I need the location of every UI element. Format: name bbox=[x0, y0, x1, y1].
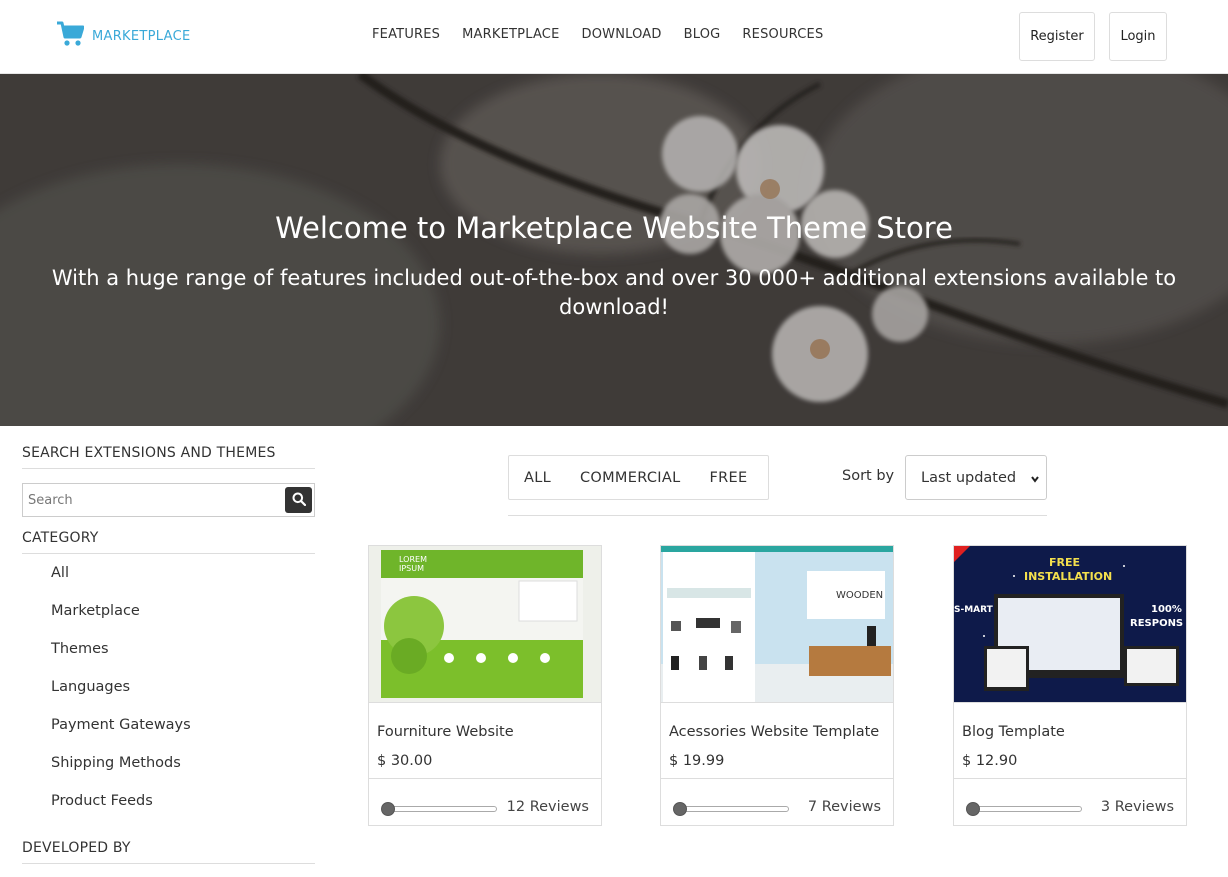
nav-resources[interactable]: RESOURCES bbox=[742, 27, 823, 42]
thumbnail-text: 100% bbox=[1151, 604, 1182, 615]
cherry-blossom-image bbox=[0, 74, 1228, 426]
product-footer: 7 Reviews bbox=[661, 778, 893, 826]
thumbnail-text: WOODEN bbox=[836, 590, 883, 601]
shopping-cart-icon bbox=[56, 21, 85, 51]
product-thumbnail[interactable]: FREE INSTALLATION 100% RESPONS S-MART bbox=[954, 546, 1186, 703]
category-item-payment-gateways[interactable]: Payment Gateways bbox=[22, 715, 315, 753]
rating-slider-track[interactable] bbox=[675, 806, 789, 812]
filter-tab-free[interactable]: FREE bbox=[709, 470, 747, 486]
product-thumbnail[interactable]: WOODEN bbox=[661, 546, 893, 703]
site-header: MARKETPLACE FEATURES MARKETPLACE DOWNLOA… bbox=[0, 0, 1228, 74]
category-item-themes[interactable]: Themes bbox=[22, 639, 315, 677]
filter-tab-commercial[interactable]: COMMERCIAL bbox=[580, 470, 680, 486]
rating-slider-track[interactable] bbox=[968, 806, 1082, 812]
product-card[interactable]: WOODEN Acessories Website Template $ 19.… bbox=[660, 545, 894, 826]
nav-download[interactable]: DOWNLOAD bbox=[582, 27, 662, 42]
chevron-down-icon bbox=[1030, 472, 1040, 488]
rating-slider-track[interactable] bbox=[383, 806, 497, 812]
category-item-languages[interactable]: Languages bbox=[22, 677, 315, 715]
search-heading: SEARCH EXTENSIONS AND THEMES bbox=[22, 445, 315, 469]
rating-slider-thumb[interactable] bbox=[381, 802, 395, 816]
sort-select[interactable]: Last updated bbox=[905, 455, 1047, 500]
hero-subtitle: With a huge range of features included o… bbox=[51, 266, 1177, 319]
logo-text: MARKETPLACE bbox=[92, 28, 191, 44]
thumbnail-text: LOREM bbox=[399, 555, 427, 564]
nav-blog[interactable]: BLOG bbox=[684, 27, 721, 42]
sort-selected-value: Last updated bbox=[921, 469, 1017, 486]
thumbnail-text: FREE bbox=[1049, 556, 1080, 569]
search-icon bbox=[292, 492, 306, 509]
review-count[interactable]: 7 Reviews bbox=[808, 799, 881, 815]
product-card[interactable]: FREE INSTALLATION 100% RESPONS S-MART Bl… bbox=[953, 545, 1187, 826]
category-item-shipping-methods[interactable]: Shipping Methods bbox=[22, 753, 315, 791]
thumbnail-text: S-MART bbox=[954, 605, 994, 615]
thumbnail-text: RESPONS bbox=[1130, 618, 1183, 629]
register-button[interactable]: Register bbox=[1019, 12, 1095, 61]
product-title[interactable]: Fourniture Website bbox=[377, 724, 514, 740]
product-title[interactable]: Blog Template bbox=[962, 724, 1065, 740]
nav-marketplace[interactable]: MARKETPLACE bbox=[462, 27, 559, 42]
search-box bbox=[22, 483, 315, 517]
filter-divider bbox=[508, 515, 1047, 516]
category-heading: CATEGORY bbox=[22, 530, 315, 554]
developed-by-heading: DEVELOPED BY bbox=[22, 840, 315, 864]
type-filter-tabs: ALL COMMERCIAL FREE bbox=[508, 455, 769, 500]
thumbnail-text: IPSUM bbox=[399, 564, 424, 573]
review-count[interactable]: 3 Reviews bbox=[1101, 799, 1174, 815]
product-title[interactable]: Acessories Website Template bbox=[669, 724, 879, 740]
hero-banner: Welcome to Marketplace Website Theme Sto… bbox=[0, 74, 1228, 426]
nav-features[interactable]: FEATURES bbox=[372, 27, 440, 42]
main-nav: FEATURES MARKETPLACE DOWNLOAD BLOG RESOU… bbox=[372, 27, 823, 42]
rating-slider-thumb[interactable] bbox=[673, 802, 687, 816]
logo[interactable]: MARKETPLACE bbox=[56, 21, 190, 51]
category-item-all[interactable]: All bbox=[22, 563, 315, 601]
product-card[interactable]: LOREM IPSUM Fourniture Website $ 30.00 1… bbox=[368, 545, 602, 826]
product-price: $ 30.00 bbox=[377, 753, 433, 769]
product-footer: 12 Reviews bbox=[369, 778, 601, 826]
category-list: All Marketplace Themes Languages Payment… bbox=[22, 563, 315, 829]
product-price: $ 19.99 bbox=[669, 753, 725, 769]
category-item-product-feeds[interactable]: Product Feeds bbox=[22, 791, 315, 829]
search-button[interactable] bbox=[285, 487, 312, 513]
rating-slider-thumb[interactable] bbox=[966, 802, 980, 816]
thumbnail-text: INSTALLATION bbox=[1024, 570, 1112, 583]
product-thumbnail[interactable]: LOREM IPSUM bbox=[369, 546, 601, 703]
search-input[interactable] bbox=[23, 484, 283, 516]
filter-tab-all[interactable]: ALL bbox=[524, 470, 551, 486]
sort-label: Sort by bbox=[842, 468, 895, 484]
product-footer: 3 Reviews bbox=[954, 778, 1186, 826]
category-item-marketplace[interactable]: Marketplace bbox=[22, 601, 315, 639]
product-price: $ 12.90 bbox=[962, 753, 1018, 769]
sidebar: SEARCH EXTENSIONS AND THEMES CATEGORY Al… bbox=[22, 445, 315, 864]
review-count[interactable]: 12 Reviews bbox=[507, 799, 589, 815]
hero-title: Welcome to Marketplace Website Theme Sto… bbox=[275, 211, 953, 245]
login-button[interactable]: Login bbox=[1109, 12, 1167, 61]
